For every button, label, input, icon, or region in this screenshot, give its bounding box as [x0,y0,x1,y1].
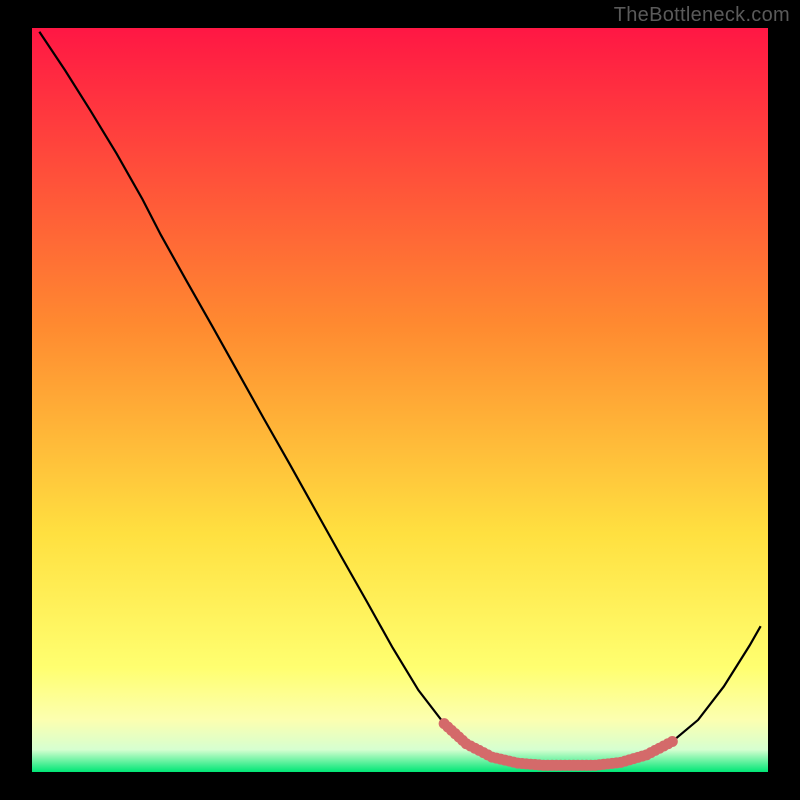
chart-plot [32,28,768,772]
optimal-dot [667,736,678,747]
watermark-text: TheBottleneck.com [614,4,790,27]
